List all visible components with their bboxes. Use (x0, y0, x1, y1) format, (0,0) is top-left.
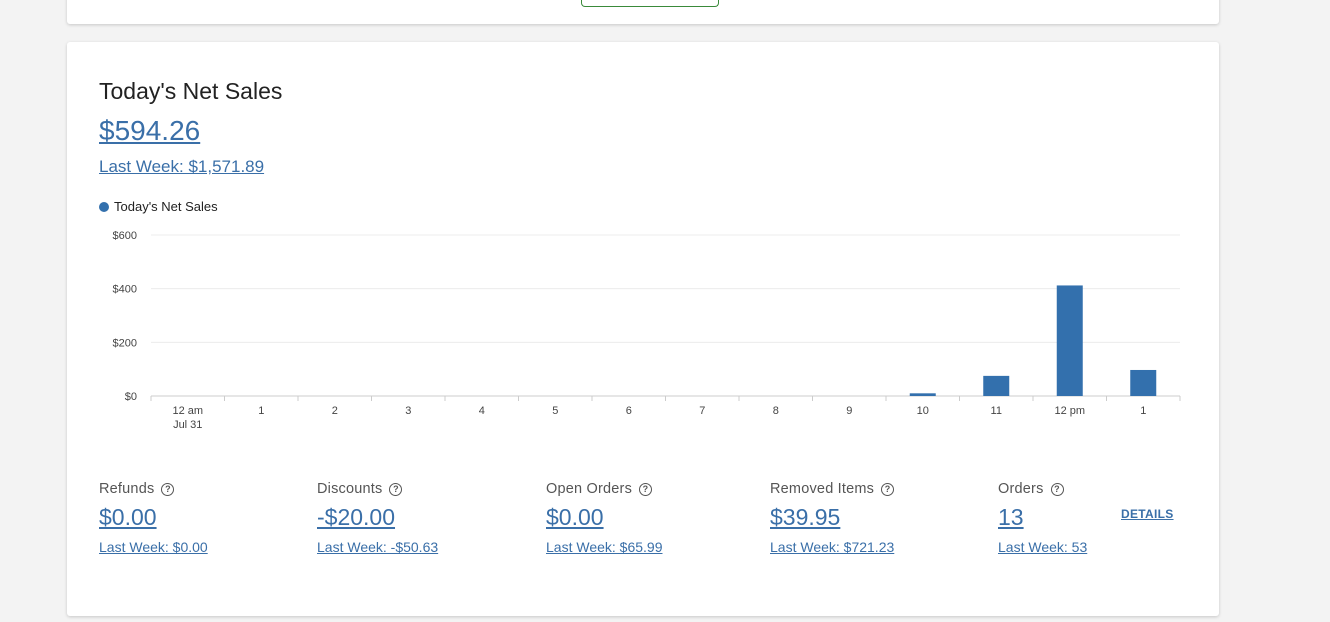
stat-value[interactable]: $0.00 (546, 504, 662, 531)
previous-card (67, 0, 1219, 24)
x-tick-label: 3 (405, 405, 411, 417)
question-circle-icon[interactable]: ? (1050, 482, 1064, 496)
stat-label: Removed Items (770, 481, 875, 497)
chart-legend[interactable]: Today's Net Sales (99, 199, 218, 214)
bar (983, 375, 1010, 396)
stat-label: Discounts (317, 481, 383, 497)
stat-last-week[interactable]: Last Week: 53 (998, 539, 1087, 555)
net-sales-value[interactable]: $594.26 (99, 115, 200, 147)
stat-value[interactable]: $0.00 (99, 504, 208, 531)
stat-last-week[interactable]: Last Week: $721.23 (770, 539, 894, 555)
question-circle-icon[interactable]: ? (161, 482, 175, 496)
stat-label: Open Orders (546, 481, 633, 497)
stat-value[interactable]: -$20.00 (317, 504, 438, 531)
stat-last-week[interactable]: Last Week: -$50.63 (317, 539, 438, 555)
x-tick-label: 4 (479, 405, 485, 417)
question-circle-icon[interactable]: ? (389, 482, 403, 496)
stat-orders: Orders ? 13 Last Week: 53 (998, 481, 1087, 555)
net-sales-chart: $0 $200 $400 $600 12 am Jul 31 1 2 3 4 5 6 7 8 9 10 11 12… (113, 230, 1181, 431)
stat-value[interactable]: 13 (998, 504, 1087, 531)
x-tick-label: 8 (773, 405, 779, 417)
stat-label: Orders (998, 481, 1044, 497)
details-link[interactable]: DETAILS (1121, 507, 1174, 521)
stat-discounts: Discounts ? -$20.00 Last Week: -$50.63 (317, 481, 438, 555)
x-tick-sublabel: Jul 31 (173, 419, 202, 431)
legend-label: Today's Net Sales (114, 199, 218, 214)
x-tick-label: 1 (258, 405, 264, 417)
stat-open-orders: Open Orders ? $0.00 Last Week: $65.99 (546, 481, 662, 555)
previous-card-button[interactable] (581, 0, 719, 7)
stat-refunds: Refunds ? $0.00 Last Week: $0.00 (99, 481, 208, 555)
x-tick-label: 10 (917, 405, 929, 417)
stat-last-week[interactable]: Last Week: $65.99 (546, 539, 662, 555)
x-tick-label: 6 (626, 405, 632, 417)
y-tick-label: $600 (113, 230, 137, 242)
bar (909, 393, 936, 396)
stat-value[interactable]: $39.95 (770, 504, 894, 531)
x-tick-label: 12 pm (1054, 405, 1085, 417)
stat-label: Refunds (99, 481, 155, 497)
x-tick-label: 5 (552, 405, 558, 417)
bar (1130, 369, 1157, 396)
x-tick-label: 2 (332, 405, 338, 417)
stat-removed-items: Removed Items ? $39.95 Last Week: $721.2… (770, 481, 894, 555)
net-sales-title: Today's Net Sales (99, 78, 283, 104)
net-sales-last-week[interactable]: Last Week: $1,571.89 (99, 157, 264, 177)
y-tick-label: $0 (125, 391, 137, 403)
y-tick-label: $400 (113, 284, 137, 296)
stat-last-week[interactable]: Last Week: $0.00 (99, 539, 208, 555)
x-tick-label: 12 am (172, 405, 203, 417)
question-circle-icon[interactable]: ? (881, 482, 895, 496)
x-tick-label: 1 (1140, 405, 1146, 417)
net-sales-card: Today's Net Sales $594.26 Last Week: $1,… (67, 42, 1219, 616)
question-circle-icon[interactable]: ? (639, 482, 653, 496)
x-tick-label: 7 (699, 405, 705, 417)
x-tick-label: 11 (991, 405, 1002, 417)
y-tick-label: $200 (113, 337, 137, 349)
x-tick-label: 9 (846, 405, 852, 417)
legend-dot-icon (99, 201, 109, 212)
bar (1056, 285, 1083, 396)
